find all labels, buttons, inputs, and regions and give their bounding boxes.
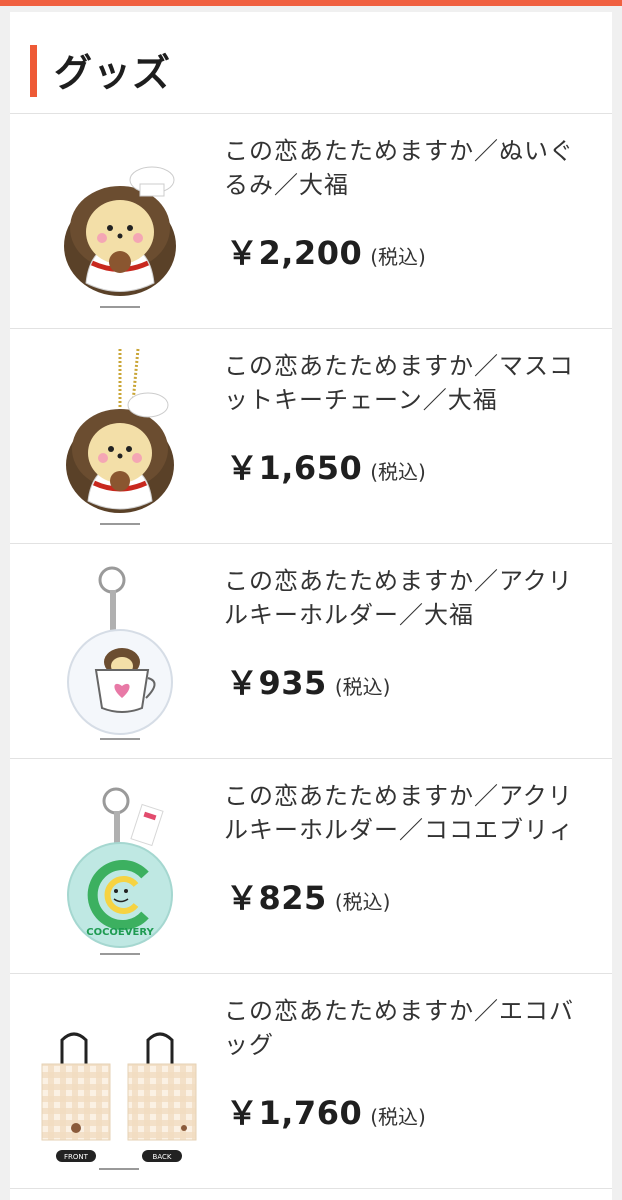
price-row: ￥825 (税込): [226, 873, 390, 919]
product-name[interactable]: この恋あたためますか／マスコットキーチェーン／大福: [224, 349, 594, 417]
product-item-acrylic-keyholder-cocoevery[interactable]: COCOEVERY この恋あたためますか／アクリルキーホルダー／ココエブリィ ￥…: [10, 759, 612, 974]
product-price: ￥1,760: [226, 1094, 363, 1132]
front-label: FRONT: [64, 1153, 89, 1161]
product-item-mascot-keychain[interactable]: この恋あたためますか／マスコットキーチェーン／大福 ￥1,650 (税込): [10, 329, 612, 544]
price-row: ￥935 (税込): [226, 658, 390, 704]
acrylic-keyholder-cocoevery-image[interactable]: COCOEVERY: [40, 773, 200, 959]
product-price: ￥825: [226, 879, 327, 917]
top-accent-bar: [0, 0, 622, 6]
back-label: BACK: [153, 1153, 172, 1161]
product-name[interactable]: この恋あたためますか／エコバッグ: [224, 994, 594, 1062]
section-accent-bar: [30, 45, 37, 97]
eco-bag-image[interactable]: FRONT BACK: [24, 988, 214, 1174]
goods-section: グッズ この恋あたためますか／ぬいぐるみ／大福 ￥2,200 (税込) この恋あ…: [10, 12, 612, 1200]
tax-note: (税込): [334, 675, 391, 699]
product-item-eco-bag[interactable]: FRONT BACK この恋あたためますか／エコバッグ ￥1,760 (税込): [10, 974, 612, 1189]
tax-note: (税込): [370, 460, 426, 484]
product-name[interactable]: この恋あたためますか／アクリルキーホルダー／ココエブリィ: [224, 779, 594, 847]
tax-note: (税込): [334, 890, 391, 914]
cocoevery-logo-text: COCOEVERY: [86, 927, 154, 938]
price-row: ￥1,650 (税込): [226, 443, 426, 489]
product-name[interactable]: この恋あたためますか／アクリルキーホルダー／大福: [224, 564, 594, 632]
tax-note: (税込): [370, 245, 426, 269]
section-title: グッズ: [54, 51, 172, 95]
product-price: ￥2,200: [226, 234, 363, 272]
price-row: ￥2,200 (税込): [226, 228, 426, 274]
tax-note: (税込): [370, 1105, 426, 1129]
hedgehog-mascot-keychain-image[interactable]: [40, 343, 200, 529]
section-header: グッズ: [10, 12, 612, 114]
product-item-plush[interactable]: この恋あたためますか／ぬいぐるみ／大福 ￥2,200 (税込): [10, 114, 612, 329]
product-price: ￥935: [226, 664, 327, 702]
acrylic-keyholder-cup-image[interactable]: [40, 558, 200, 744]
price-row: ￥1,760 (税込): [226, 1088, 426, 1134]
product-price: ￥1,650: [226, 449, 363, 487]
product-item-acrylic-keyholder-daifuku[interactable]: この恋あたためますか／アクリルキーホルダー／大福 ￥935 (税込): [10, 544, 612, 759]
hedgehog-plush-image[interactable]: [40, 128, 200, 314]
product-name[interactable]: この恋あたためますか／ぬいぐるみ／大福: [224, 134, 594, 202]
